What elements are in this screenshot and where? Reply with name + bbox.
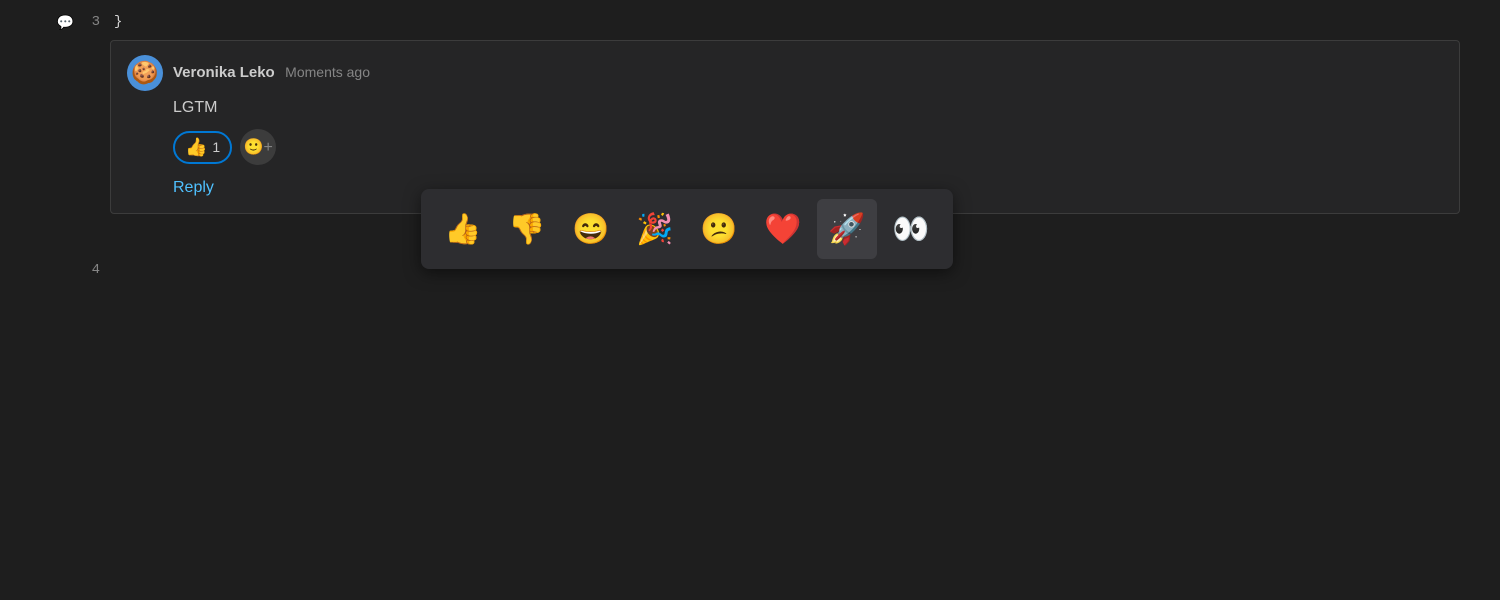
emoji-option-thumbs-down[interactable]: 👎 [497, 199, 557, 259]
main-content: } 🍪 Veronika Leko Moments ago LGTM 👍 1 🙂… [110, 0, 1500, 600]
line-gutter: 💬 3 4 [0, 0, 110, 600]
code-line-3: } [110, 8, 1500, 36]
reaction-emoji: 👍 [185, 137, 207, 158]
author-info: Veronika Leko Moments ago [173, 64, 370, 82]
reactions-row: 👍 1 🙂+ [173, 129, 1443, 165]
line-number-3: 3 [80, 14, 100, 30]
add-reaction-button[interactable]: 🙂+ [240, 129, 276, 165]
line-3-row: 💬 3 [57, 8, 100, 36]
emoji-option-thumbs-up[interactable]: 👍 [433, 199, 493, 259]
comment-icon: 💬 [57, 14, 74, 31]
emoji-option-confused[interactable]: 😕 [689, 199, 749, 259]
thumbs-up-reaction[interactable]: 👍 1 [173, 131, 232, 164]
emoji-option-rocket[interactable]: 🚀 [817, 199, 877, 259]
bottom-area [110, 218, 1500, 600]
comment-header: 🍪 Veronika Leko Moments ago [127, 55, 1443, 91]
line-number-4: 4 [80, 262, 100, 278]
avatar: 🍪 [127, 55, 163, 91]
avatar-emoji: 🍪 [131, 60, 158, 86]
emoji-option-eyes[interactable]: 👀 [881, 199, 941, 259]
comment-timestamp: Moments ago [285, 64, 370, 80]
comment-author: Veronika Leko [173, 64, 275, 81]
emoji-option-party[interactable]: 🎉 [625, 199, 685, 259]
reaction-count: 1 [212, 139, 220, 155]
comment-body: LGTM [173, 99, 1443, 117]
comment-thread: 🍪 Veronika Leko Moments ago LGTM 👍 1 🙂+ … [110, 40, 1460, 214]
add-reaction-icon: 🙂+ [244, 137, 273, 157]
emoji-option-heart[interactable]: ❤️ [753, 199, 813, 259]
line-4-row: 4 [80, 256, 100, 284]
code-line-3-text: } [114, 14, 122, 30]
emoji-option-grinning[interactable]: 😄 [561, 199, 621, 259]
emoji-picker: 👍 👎 😄 🎉 😕 ❤️ 🚀 👀 [421, 189, 953, 269]
